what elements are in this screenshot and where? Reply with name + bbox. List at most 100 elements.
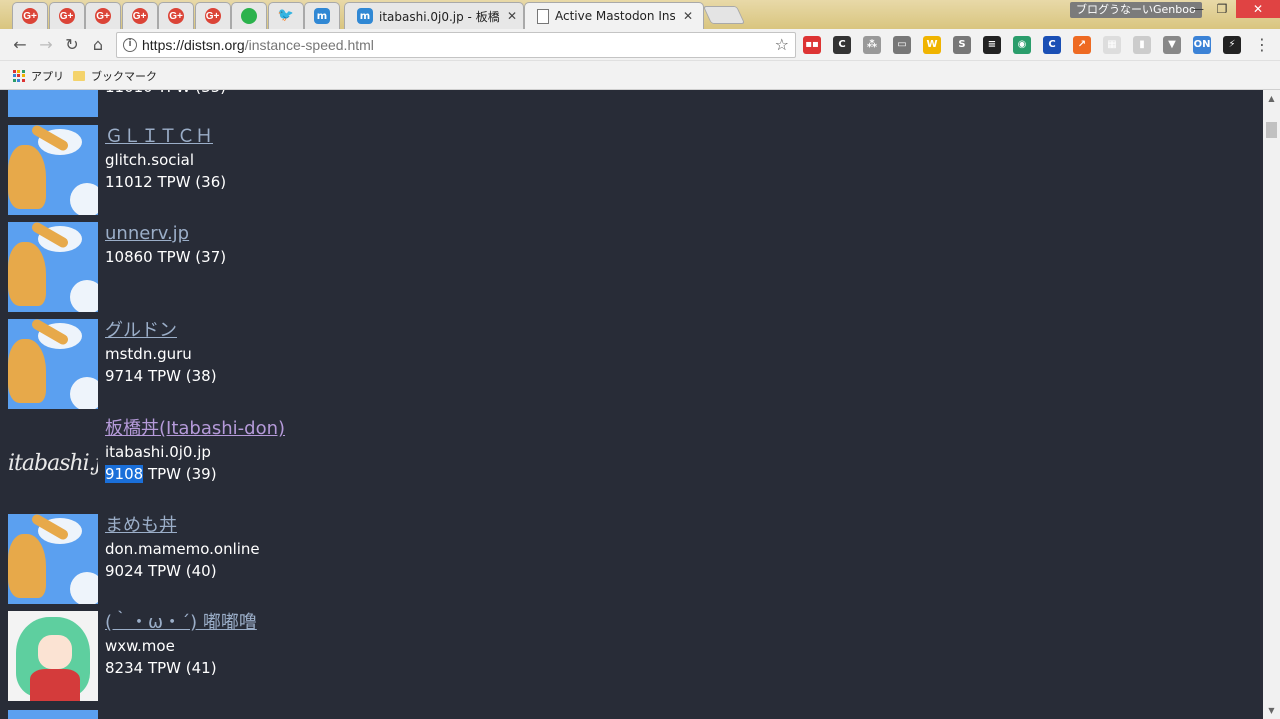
ext-s-icon[interactable]: S — [953, 36, 971, 54]
instance-domain: itabashi.0j0.jp — [105, 443, 211, 461]
thumb-cloud — [70, 572, 98, 604]
instance-entry: ＧＬＩＴＣＨ glitch.social 11012 TPW (36) — [8, 125, 608, 215]
mastodon-icon: m — [314, 8, 330, 24]
instance-name-link[interactable]: まめも丼 — [105, 514, 260, 538]
back-button[interactable]: ← — [8, 33, 32, 57]
instance-thumbnail[interactable] — [8, 514, 98, 604]
instance-thumbnail-partial — [8, 90, 98, 117]
tpw-value: 8234 — [105, 659, 144, 677]
ext-orange-icon[interactable]: ↗ — [1073, 36, 1091, 54]
avatar-dress — [30, 669, 80, 701]
scroll-thumb[interactable] — [1266, 122, 1277, 138]
ext-c-blue-icon[interactable]: C — [1043, 36, 1061, 54]
instance-thumbnail[interactable] — [8, 611, 98, 701]
address-bar[interactable]: i https://distsn.org/instance-speed.html… — [116, 32, 796, 58]
tpw-value: 10860 — [105, 248, 153, 266]
window-close-button[interactable]: ✕ — [1236, 0, 1280, 18]
ext-c-red-icon[interactable]: C — [833, 36, 851, 54]
thumb-cloud — [70, 183, 98, 215]
instance-info: 板橋丼(Itabashi-don) itabashi.0j0.jp 9108 TPW… — [105, 417, 285, 485]
pinned-tab[interactable]: 🐦 — [267, 2, 304, 29]
instance-domain: glitch.social — [105, 151, 195, 169]
scroll-up-arrow-icon[interactable]: ▲ — [1263, 90, 1280, 107]
url-text: https://distsn.org/instance-speed.html — [142, 37, 374, 53]
mastodon-mascot-icon — [8, 339, 46, 403]
ext-v-icon[interactable]: ▼ — [1163, 36, 1181, 54]
instance-info: unnerv.jp 10860 TPW (37) — [105, 222, 226, 268]
tpw-rank: TPW (37) — [152, 248, 227, 266]
ext-light-icon[interactable]: ▦ — [1103, 36, 1121, 54]
buffer-icon[interactable]: ≡ — [983, 36, 1001, 54]
bookmark-star-icon[interactable]: ☆ — [775, 35, 789, 54]
tab-close-icon[interactable]: ✕ — [505, 9, 519, 23]
tab-strip: G+ G+ G+ G+ G+ G+ 🐦 m m itabashi.0j0.jp - 板橋丼 ✕… — [0, 0, 1280, 29]
instance-name-link[interactable]: (｀・ω・´) 嘟嘟噜 — [105, 611, 257, 635]
instance-thumbnail[interactable] — [8, 222, 98, 312]
pinned-tab[interactable]: G+ — [194, 2, 231, 29]
tpw-rank: TPW (38) — [143, 367, 217, 385]
reload-button[interactable]: ↻ — [60, 33, 84, 57]
ext-red-icon[interactable]: ▪▪ — [803, 36, 821, 54]
cast-icon[interactable]: ▭ — [893, 36, 911, 54]
bookmarks-folder[interactable]: ブックマーク — [73, 68, 157, 84]
apps-bookmark[interactable]: アプリ — [13, 68, 64, 84]
scroll-down-arrow-icon[interactable]: ▼ — [1263, 702, 1280, 719]
instance-name-link[interactable]: グルドン — [105, 319, 217, 343]
page-scrollbar[interactable]: ▲ ▼ — [1263, 90, 1280, 719]
tpw-value: 11012 — [105, 173, 153, 191]
pinned-tab[interactable]: G+ — [48, 2, 85, 29]
page-icon — [537, 8, 549, 24]
new-tab-button[interactable] — [702, 6, 746, 24]
instance-thumbnail[interactable] — [8, 319, 98, 409]
ext-w-icon[interactable]: W — [923, 36, 941, 54]
apps-grid-icon — [13, 70, 25, 82]
instance-domain: don.mamemo.online — [105, 540, 260, 558]
twitter-icon: 🐦 — [277, 8, 294, 23]
ext-bolt-icon[interactable]: ⚡ — [1223, 36, 1241, 54]
bookmarks-folder-label: ブックマーク — [91, 70, 157, 83]
forward-button[interactable]: → — [34, 33, 58, 57]
pinned-tab[interactable]: G+ — [158, 2, 194, 29]
instance-domain: wxw.moe — [105, 637, 175, 655]
instance-name-link[interactable]: ＧＬＩＴＣＨ — [105, 125, 226, 149]
tpw-value: 9108 — [105, 465, 144, 483]
ext-gray-icon[interactable]: ⁂ — [863, 36, 881, 54]
google-plus-icon: G+ — [131, 8, 148, 24]
pinned-tab[interactable] — [231, 2, 267, 29]
site-info-icon[interactable]: i — [123, 38, 137, 52]
restore-button[interactable]: ❐ — [1208, 0, 1236, 18]
instance-tpw: 8234 TPW (41) — [105, 657, 257, 679]
pinned-tab[interactable]: m — [304, 2, 340, 29]
bookmarks-bar: アプリ ブックマーク — [0, 61, 1280, 90]
folder-icon — [73, 71, 85, 81]
tpw-value: 9024 — [105, 562, 144, 580]
pinned-tab[interactable]: G+ — [12, 2, 48, 29]
tab-title: itabashi.0j0.jp - 板橋丼 — [379, 9, 499, 24]
instance-thumbnail[interactable] — [8, 125, 98, 215]
tpw-rank: TPW (41) — [143, 659, 217, 677]
instance-name-link[interactable]: unnerv.jp — [105, 222, 226, 246]
tab-close-icon[interactable]: ✕ — [681, 9, 695, 23]
url-path: /instance-speed.html — [244, 37, 374, 53]
browser-toolbar: ← → ↻ ⌂ i https://distsn.org/instance-sp… — [0, 29, 1280, 61]
mastodon-mascot-icon — [8, 145, 46, 209]
tab-active-mastodon-instances[interactable]: Active Mastodon Instar ✕ — [524, 2, 704, 29]
tab-itabashi[interactable]: m itabashi.0j0.jp - 板橋丼 ✕ — [344, 2, 524, 29]
ext-doc-icon[interactable]: ▮ — [1133, 36, 1151, 54]
instance-thumbnail[interactable]: itabashi.jp — [8, 417, 98, 507]
chrome-menu-button[interactable]: ⋮ — [1250, 33, 1274, 57]
pinned-tab[interactable]: G+ — [85, 2, 121, 29]
instance-info: まめも丼 don.mamemo.online 9024 TPW (40) — [105, 514, 260, 582]
home-button[interactable]: ⌂ — [86, 33, 110, 57]
google-plus-icon: G+ — [204, 8, 221, 24]
profile-button[interactable]: ブログうなーいGenboo — [1070, 2, 1202, 18]
instance-name-link[interactable]: 板橋丼(Itabashi-don) — [105, 417, 285, 441]
ext-green-icon[interactable]: ◉ — [1013, 36, 1031, 54]
ext-on-icon[interactable]: ON — [1193, 36, 1211, 54]
instance-tpw: 11012 TPW (36) — [105, 171, 226, 193]
tpw-value: 9714 — [105, 367, 144, 385]
instance-info: グルドン mstdn.guru 9714 TPW (38) — [105, 319, 217, 387]
instance-tpw: 9108 TPW (39) — [105, 463, 285, 485]
pinned-tab[interactable]: G+ — [121, 2, 158, 29]
tpw-rank: TPW (36) — [152, 173, 227, 191]
